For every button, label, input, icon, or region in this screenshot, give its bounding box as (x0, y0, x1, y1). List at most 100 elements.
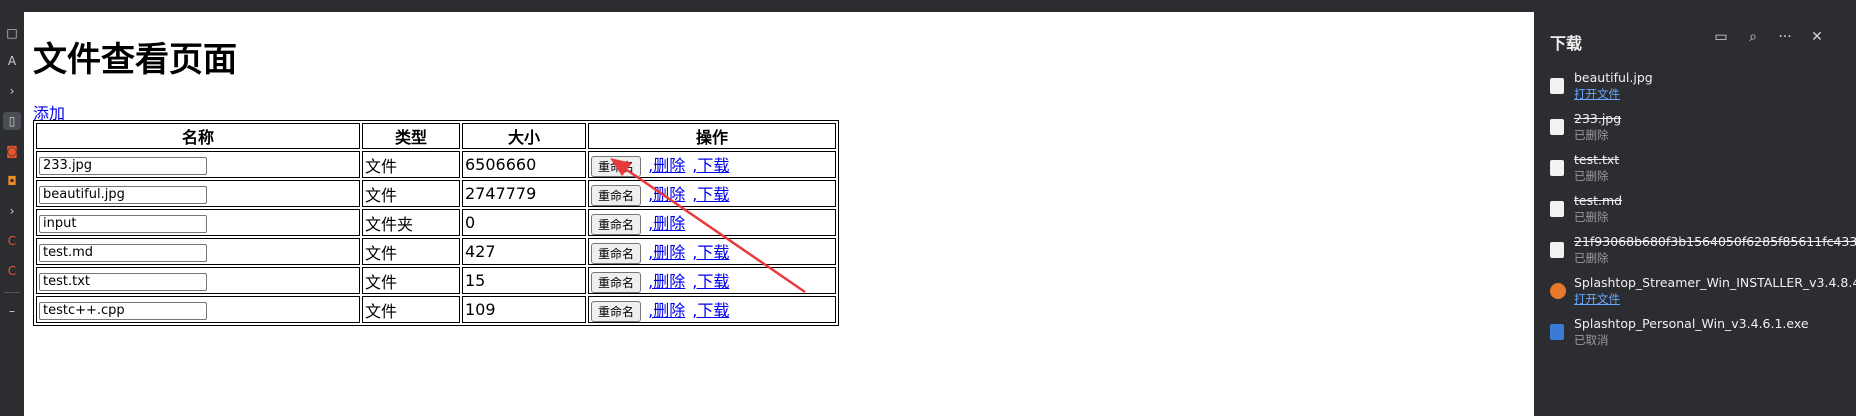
rename-button[interactable]: 重命名 (591, 214, 642, 235)
download-item[interactable]: Splashtop_Personal_Win_v3.4.6.1.exe 已取消 (1534, 316, 1856, 360)
image-file-icon (1550, 78, 1564, 94)
type-cell: 文件 (362, 238, 460, 265)
download-status: 已删除 (1574, 210, 1609, 224)
download-item[interactable]: test.txt 已删除 (1534, 152, 1856, 196)
download-link[interactable]: ,下载 (692, 185, 729, 204)
name-cell (36, 180, 360, 207)
download-status[interactable]: 打开文件 (1574, 86, 1620, 102)
table-header-row: 名称 类型 大小 操作 (36, 123, 836, 149)
active-tab-icon[interactable]: ▯ (3, 112, 21, 130)
download-status[interactable]: 打开文件 (1574, 291, 1620, 307)
table-row: 文件夹0重命名 ,删除 (36, 209, 836, 236)
name-cell (36, 238, 360, 265)
download-item[interactable]: Splashtop_Streamer_Win_INSTALLER_v3.4.8.… (1534, 275, 1856, 319)
installer-icon (1550, 283, 1566, 299)
download-filename: beautiful.jpg (1574, 70, 1653, 85)
delete-link[interactable]: ,删除 (648, 301, 685, 320)
search-icon[interactable]: ⌕ (1744, 28, 1762, 46)
more-icon[interactable]: ··· (1776, 28, 1794, 46)
actions-cell: 重命名 ,删除 (588, 209, 836, 236)
rename-button[interactable]: 重命名 (591, 156, 642, 177)
download-filename: 21f93068b680f3b1564050f6285f85611fc433c9… (1574, 234, 1856, 249)
delete-link[interactable]: ,删除 (648, 272, 685, 291)
download-link[interactable]: ,下载 (692, 156, 729, 175)
size-cell: 15 (462, 267, 586, 294)
table-row: 文件2747779重命名 ,删除 ,下载 (36, 180, 836, 207)
folder-icon[interactable]: ▭ (1712, 28, 1730, 46)
download-filename: Splashtop_Streamer_Win_INSTALLER_v3.4.8.… (1574, 275, 1856, 290)
actions-cell: 重命名 ,删除 ,下载 (588, 180, 836, 207)
page-content: 文件查看页面 添加 名称 类型 大小 操作 文件6506660重命名 ,删除 ,… (24, 12, 1534, 416)
table-row: 文件6506660重命名 ,删除 ,下载 (36, 151, 836, 178)
type-cell: 文件 (362, 296, 460, 323)
text-file-icon (1550, 160, 1564, 176)
name-input[interactable] (39, 156, 207, 175)
new-tab-icon[interactable]: – (3, 302, 21, 320)
rename-button[interactable]: 重命名 (591, 243, 642, 264)
delete-link[interactable]: ,删除 (648, 243, 685, 262)
column-header-actions: 操作 (588, 123, 836, 149)
download-status: 已取消 (1574, 333, 1609, 347)
column-header-size: 大小 (462, 123, 586, 149)
vertical-tab-strip: □ A › ▯ ◙ ◘ › C C – (0, 12, 24, 416)
type-cell: 文件 (362, 267, 460, 294)
column-header-type: 类型 (362, 123, 460, 149)
download-filename: Splashtop_Personal_Win_v3.4.6.1.exe (1574, 316, 1809, 331)
delete-link[interactable]: ,删除 (648, 214, 685, 233)
browser-top-bar (0, 0, 1856, 12)
size-cell: 0 (462, 209, 586, 236)
tab-icon[interactable]: C (3, 232, 21, 250)
table-row: 文件15重命名 ,删除 ,下载 (36, 267, 836, 294)
rename-button[interactable]: 重命名 (591, 272, 642, 293)
actions-cell: 重命名 ,删除 ,下载 (588, 238, 836, 265)
size-cell: 2747779 (462, 180, 586, 207)
size-cell: 6506660 (462, 151, 586, 178)
tab-icon[interactable]: A (3, 52, 21, 70)
downloads-title: 下载 (1550, 34, 1583, 53)
type-cell: 文件 (362, 180, 460, 207)
download-filename: test.txt (1574, 152, 1620, 167)
table-row: 文件427重命名 ,删除 ,下载 (36, 238, 836, 265)
download-item[interactable]: 233.jpg 已删除 (1534, 111, 1856, 155)
tab-icon[interactable]: C (3, 262, 21, 280)
tab-icon[interactable]: ◙ (3, 142, 21, 160)
name-input[interactable] (39, 272, 207, 291)
download-link[interactable]: ,下载 (692, 243, 729, 262)
downloads-panel: 下载 ▭ ⌕ ··· ✕ beautiful.jpg 打开文件 233.jpg 已删除… (1534, 12, 1856, 416)
actions-cell: 重命名 ,删除 ,下载 (588, 151, 836, 178)
tab-icon[interactable]: ◘ (3, 172, 21, 190)
rename-button[interactable]: 重命名 (591, 185, 642, 206)
actions-cell: 重命名 ,删除 ,下载 (588, 267, 836, 294)
download-status: 已删除 (1574, 169, 1609, 183)
tab-icon[interactable]: › (3, 202, 21, 220)
download-link[interactable]: ,下载 (692, 272, 729, 291)
delete-link[interactable]: ,删除 (648, 185, 685, 204)
name-cell (36, 267, 360, 294)
download-filename: test.md (1574, 193, 1623, 208)
image-file-icon (1550, 119, 1564, 135)
markdown-file-icon (1550, 201, 1564, 217)
tab-icon[interactable]: › (3, 82, 21, 100)
actions-cell: 重命名 ,删除 ,下载 (588, 296, 836, 323)
column-header-name: 名称 (36, 123, 360, 149)
tab-icon[interactable]: □ (3, 24, 21, 42)
page-title: 文件查看页面 (33, 40, 237, 80)
download-item[interactable]: beautiful.jpg 打开文件 (1534, 70, 1856, 114)
name-input[interactable] (39, 185, 207, 204)
rename-button[interactable]: 重命名 (591, 301, 642, 322)
download-item[interactable]: test.md 已删除 (1534, 193, 1856, 237)
size-cell: 109 (462, 296, 586, 323)
delete-link[interactable]: ,删除 (648, 156, 685, 175)
unpin-icon[interactable]: ✕ (1808, 28, 1826, 46)
name-input[interactable] (39, 243, 207, 262)
name-input[interactable] (39, 214, 207, 233)
size-cell: 427 (462, 238, 586, 265)
name-input[interactable] (39, 301, 207, 320)
download-status: 已删除 (1574, 251, 1609, 265)
name-cell (36, 209, 360, 236)
download-link[interactable]: ,下载 (692, 301, 729, 320)
name-cell (36, 151, 360, 178)
file-table: 名称 类型 大小 操作 文件6506660重命名 ,删除 ,下载文件274777… (33, 120, 839, 326)
download-item[interactable]: 21f93068b680f3b1564050f6285f85611fc433c9… (1534, 234, 1856, 278)
tab-divider (4, 292, 20, 293)
